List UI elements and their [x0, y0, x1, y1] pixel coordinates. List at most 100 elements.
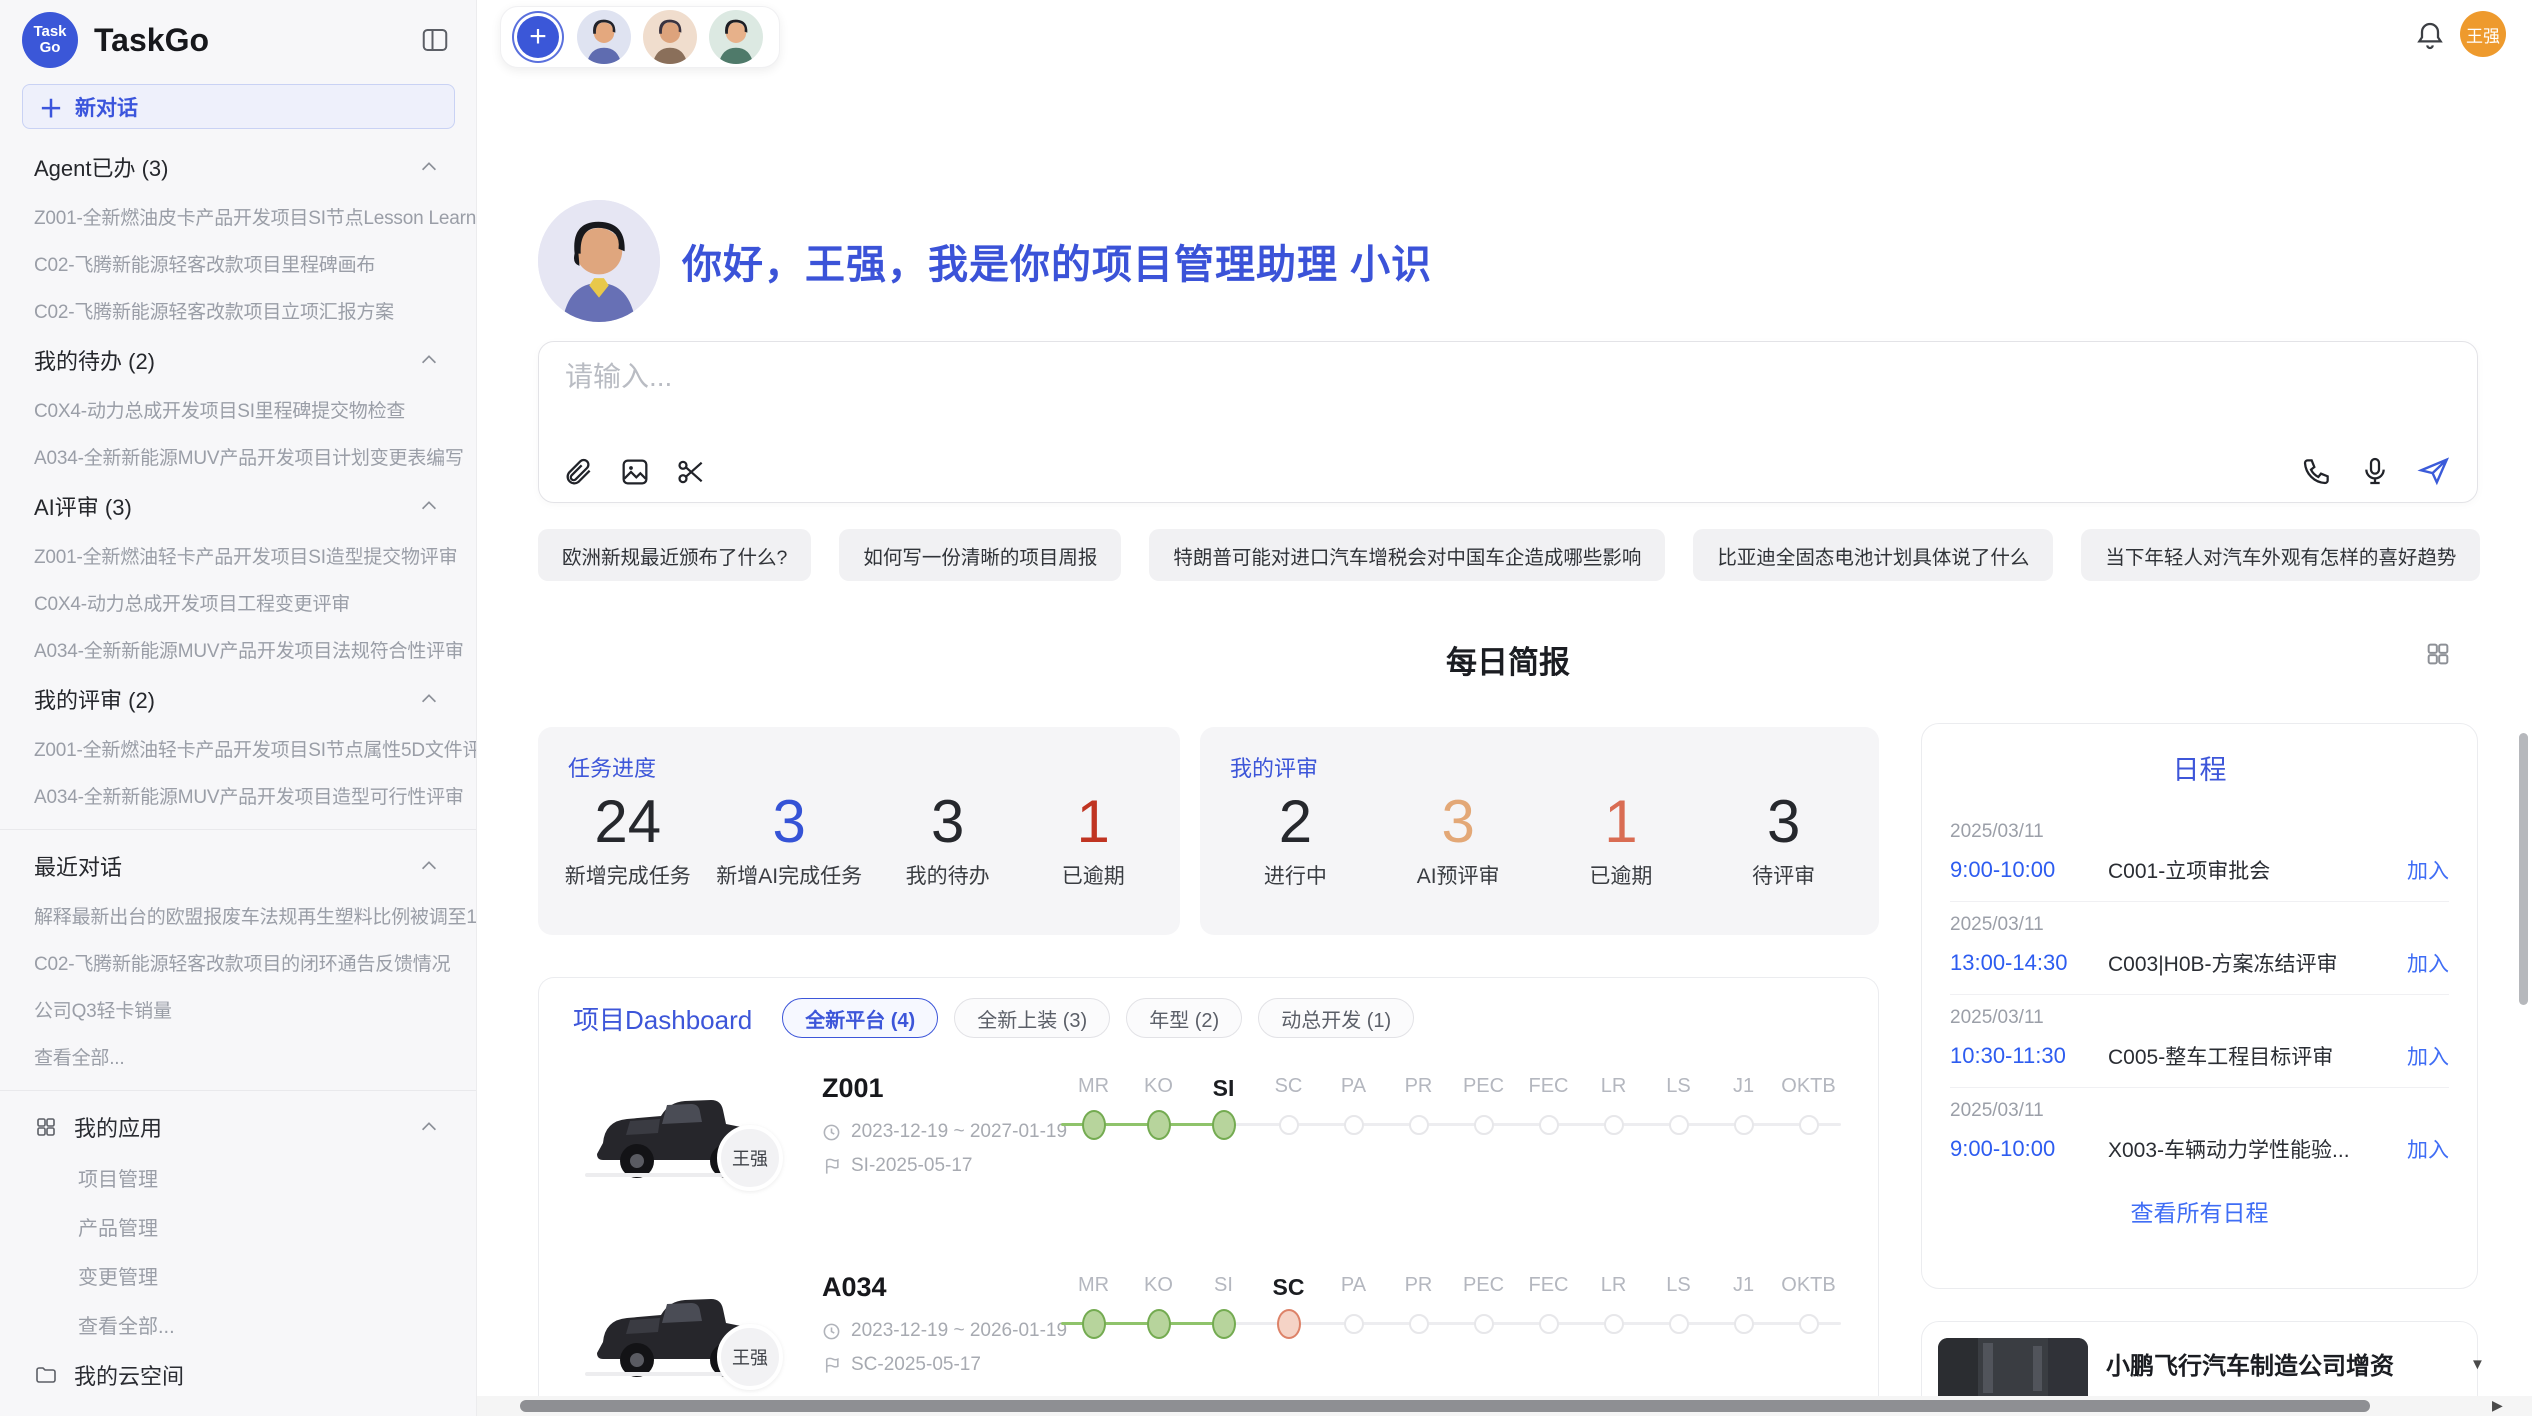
stat-item: 3我的待办 [888, 787, 1008, 890]
sidebar-item[interactable]: C0X4-动力总成开发项目工程变更评审 [0, 579, 476, 626]
view-all-schedule-link[interactable]: 查看所有日程 [1922, 1194, 2477, 1228]
recent-chat-item[interactable]: C02-飞腾新能源轻客改款项目的闭环通告反馈情况 [0, 939, 476, 986]
sidebar-item[interactable]: Z001-全新燃油皮卡产品开发项目SI节点Lesson Learn报告 [0, 193, 476, 240]
chat-input[interactable] [563, 360, 1963, 394]
milestone-label: SI [1191, 1075, 1256, 1102]
sidebar-item[interactable]: Z001-全新燃油轻卡产品开发项目SI造型提交物评审 [0, 532, 476, 579]
paperclip-icon[interactable] [563, 456, 595, 488]
stat-item: 24新增完成任务 [565, 787, 691, 890]
suggestion-chip[interactable]: 如何写一份清晰的项目周报 [839, 529, 1121, 581]
my-apps-section[interactable]: 我的应用 [0, 1101, 476, 1153]
app-item[interactable]: 项目管理 [0, 1153, 476, 1202]
event-name: C003|H0B-方案冻结评审 [2108, 948, 2407, 978]
suggestion-chip[interactable]: 比亚迪全固态电池计划具体说了什么 [1693, 529, 2053, 581]
join-link[interactable]: 加入 [2407, 948, 2449, 978]
recent-chats-section[interactable]: 最近对话 [0, 840, 476, 892]
dashboard-tab[interactable]: 年型 (2) [1126, 998, 1242, 1038]
scroll-down-arrow-icon[interactable]: ▼ [2470, 1356, 2485, 1373]
suggestion-chip[interactable]: 欧洲新规最近颁布了什么? [538, 529, 811, 581]
app-item[interactable]: 产品管理 [0, 1202, 476, 1251]
sidebar-item[interactable]: C02-飞腾新能源轻客改款项目里程碑画布 [0, 240, 476, 287]
sidebar: Task Go TaskGo ＋ 新对话 Agent已办 (3)Z001-全新燃… [0, 0, 477, 1416]
milestone-label: J1 [1711, 1274, 1776, 1301]
milestone-dot [1344, 1314, 1364, 1334]
sidebar-item[interactable]: C0X4-动力总成开发项目SI里程碑提交物检查 [0, 386, 476, 433]
scroll-right-arrow-icon[interactable]: ▶ [2492, 1397, 2503, 1414]
member-avatar[interactable] [643, 10, 697, 64]
dashboard-tab[interactable]: 全新上装 (3) [954, 998, 1110, 1038]
project-dates: 2023-12-19 ~ 2027-01-19 [822, 1121, 1067, 1143]
milestone-dot [1212, 1309, 1236, 1339]
member-avatar[interactable] [709, 10, 763, 64]
greeting-text: 你好，王强，我是你的项目管理助理 小识 [682, 232, 1432, 290]
chat-composer [538, 341, 2478, 503]
recent-chat-item[interactable]: 公司Q3轻卡销量 [0, 986, 476, 1033]
notifications-bell-icon[interactable] [2414, 20, 2446, 52]
suggestion-chip[interactable]: 当下年轻人对汽车外观有怎样的喜好趋势 [2081, 529, 2480, 581]
app-item[interactable]: 变更管理 [0, 1251, 476, 1300]
dashboard-title: 项目Dashboard [573, 1000, 752, 1037]
sidebar-section-0[interactable]: Agent已办 (3) [0, 141, 476, 193]
milestone-label: PR [1386, 1075, 1451, 1102]
image-icon[interactable] [619, 456, 651, 488]
horizontal-scrollbar-thumb[interactable] [520, 1400, 2370, 1412]
chevron-up-icon [418, 1116, 440, 1138]
milestone-label: MR [1061, 1274, 1126, 1301]
my-apps-label: 我的应用 [74, 1111, 402, 1143]
member-avatar[interactable] [577, 10, 631, 64]
sidebar-collapse-icon[interactable] [420, 25, 450, 55]
sidebar-link-我的收藏[interactable]: 我的收藏 [0, 1401, 476, 1416]
my-review-card: 我的评审2进行中3AI预评审1已逾期3待评审 [1200, 727, 1879, 935]
project-name[interactable]: Z001 [822, 1073, 884, 1104]
milestone-dot [1082, 1309, 1106, 1339]
sidebar-link-我的云空间[interactable]: 我的云空间 [0, 1349, 476, 1401]
clock-icon [822, 1123, 841, 1142]
schedule-title: 日程 [1922, 748, 2477, 787]
milestone-label: KO [1126, 1075, 1191, 1102]
milestone-label: J1 [1711, 1075, 1776, 1102]
user-avatar[interactable]: 王强 [2460, 11, 2506, 57]
milestone-label: MR [1061, 1075, 1126, 1102]
stat-label: 待评审 [1724, 860, 1844, 890]
join-link[interactable]: 加入 [2407, 1041, 2449, 1071]
dashboard-tab[interactable]: 全新平台 (4) [782, 998, 938, 1038]
scissors-icon[interactable] [675, 456, 707, 488]
new-chat-button[interactable]: ＋ 新对话 [22, 84, 455, 129]
event-date: 2025/03/11 [1950, 821, 2449, 843]
new-session-button[interactable]: + [517, 16, 559, 58]
sidebar-item[interactable]: A034-全新新能源MUV产品开发项目计划变更表编写 [0, 433, 476, 480]
stat-label: 新增AI完成任务 [716, 860, 862, 890]
sidebar-item[interactable]: A034-全新新能源MUV产品开发项目造型可行性评审 [0, 772, 476, 819]
microphone-icon[interactable] [2359, 455, 2391, 487]
sidebar-item[interactable]: Z001-全新燃油轻卡产品开发项目SI节点属性5D文件评审 [0, 725, 476, 772]
send-icon[interactable] [2417, 454, 2451, 488]
dashboard-tab[interactable]: 动总开发 (1) [1258, 998, 1414, 1038]
sidebar-item[interactable]: C02-飞腾新能源轻客改款项目立项汇报方案 [0, 287, 476, 334]
recent-chat-item[interactable]: 查看全部... [0, 1033, 476, 1080]
sidebar-section-1[interactable]: 我的待办 (2) [0, 334, 476, 386]
suggestion-chip[interactable]: 特朗普可能对进口汽车增税会对中国车企造成哪些影响 [1149, 529, 1665, 581]
owner-badge: 王强 [717, 1324, 783, 1390]
milestone-label: KO [1126, 1274, 1191, 1301]
phone-icon[interactable] [2301, 455, 2333, 487]
milestone-label: SC [1256, 1274, 1321, 1301]
stat-item: 1已逾期 [1561, 787, 1681, 890]
sidebar-section-2[interactable]: AI评审 (3) [0, 480, 476, 532]
composer-attachments [563, 456, 707, 488]
layout-grid-icon[interactable] [2424, 640, 2452, 668]
join-link[interactable]: 加入 [2407, 855, 2449, 885]
vertical-scrollbar-thumb[interactable] [2519, 733, 2528, 1005]
stat-card-title: 我的评审 [1230, 751, 1865, 783]
recent-chat-item[interactable]: 解释最新出台的欧盟报废车法规再生塑料比例被调至15%... [0, 892, 476, 939]
plus-icon: ＋ [39, 89, 63, 124]
milestone-dot [1147, 1110, 1171, 1140]
sidebar-section-title: 我的评审 (2) [34, 683, 155, 715]
sidebar-section-3[interactable]: 我的评审 (2) [0, 673, 476, 725]
event-time: 9:00-10:00 [1950, 1136, 2108, 1162]
sidebar-item[interactable]: A034-全新新能源MUV产品开发项目法规符合性评审 [0, 626, 476, 673]
stat-value: 1 [1033, 787, 1153, 856]
project-name[interactable]: A034 [822, 1272, 887, 1303]
app-item[interactable]: 查看全部... [0, 1300, 476, 1349]
project-dashboard-card: 项目Dashboard 全新平台 (4) 全新上装 (3) 年型 (2) 动总开发 (… [538, 977, 1879, 1416]
join-link[interactable]: 加入 [2407, 1134, 2449, 1164]
